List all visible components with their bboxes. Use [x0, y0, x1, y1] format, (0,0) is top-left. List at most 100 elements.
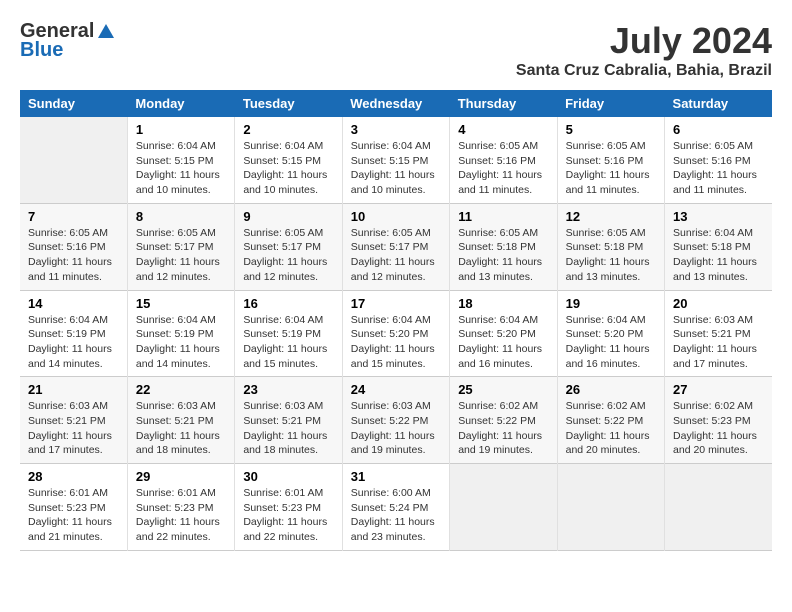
day-number: 5 [566, 122, 656, 137]
day-number: 18 [458, 296, 548, 311]
calendar-day-cell: 16Sunrise: 6:04 AM Sunset: 5:19 PM Dayli… [235, 290, 342, 377]
day-number: 22 [136, 382, 226, 397]
title-section: July 2024 Santa Cruz Cabralia, Bahia, Br… [516, 20, 772, 80]
calendar-day-cell: 17 Sunrise: 6:04 AM Sunset: 5:20 PM Dayli… [342, 290, 449, 377]
calendar-day-cell: 3 Sunrise: 6:04 AM Sunset: 5:15 PM Daylig… [342, 117, 449, 203]
day-info: Sunrise: 6:04 AM Sunset: 5:20 PM Dayligh… [458, 313, 548, 372]
day-info: Sunrise: 6:01 AM Sunset: 5:23 PM Dayligh… [28, 486, 119, 545]
calendar-day-cell: 20Sunrise: 6:03 AM Sunset: 5:21 PM Dayli… [665, 290, 772, 377]
day-number: 21 [28, 382, 119, 397]
header-friday: Friday [557, 90, 664, 117]
header-row: SundayMondayTuesdayWednesdayThursdayFrid… [20, 90, 772, 117]
calendar-week-row: 28Sunrise: 6:01 AM Sunset: 5:23 PM Dayli… [20, 464, 772, 551]
day-number: 27 [673, 382, 764, 397]
day-info: Sunrise: 6:01 AM Sunset: 5:23 PM Dayligh… [243, 486, 333, 545]
day-info: Sunrise: 6:03 AM Sunset: 5:21 PM Dayligh… [243, 399, 333, 458]
calendar-day-cell: 18 Sunrise: 6:04 AM Sunset: 5:20 PM Dayli… [450, 290, 557, 377]
day-info: Sunrise: 6:05 AM Sunset: 5:16 PM Dayligh… [28, 226, 119, 285]
day-info: Sunrise: 6:05 AM Sunset: 5:16 PM Dayligh… [566, 139, 656, 198]
calendar-day-cell: 27 Sunrise: 6:02 AM Sunset: 5:23 PM Dayli… [665, 377, 772, 464]
calendar-day-cell: 28Sunrise: 6:01 AM Sunset: 5:23 PM Dayli… [20, 464, 127, 551]
day-info: Sunrise: 6:04 AM Sunset: 5:15 PM Dayligh… [243, 139, 333, 198]
day-info: Sunrise: 6:02 AM Sunset: 5:23 PM Dayligh… [673, 399, 764, 458]
day-number: 19 [566, 296, 656, 311]
calendar-day-cell [20, 117, 127, 203]
calendar-day-cell: 19 Sunrise: 6:04 AM Sunset: 5:20 PM Dayli… [557, 290, 664, 377]
day-info: Sunrise: 6:04 AM Sunset: 5:20 PM Dayligh… [566, 313, 656, 372]
header-sunday: Sunday [20, 90, 127, 117]
day-number: 13 [673, 209, 764, 224]
day-number: 2 [243, 122, 333, 137]
day-info: Sunrise: 6:05 AM Sunset: 5:16 PM Dayligh… [458, 139, 548, 198]
day-number: 4 [458, 122, 548, 137]
calendar-day-cell: 23Sunrise: 6:03 AM Sunset: 5:21 PM Dayli… [235, 377, 342, 464]
calendar-body: 1Sunrise: 6:04 AM Sunset: 5:15 PM Daylig… [20, 117, 772, 550]
location: Santa Cruz Cabralia, Bahia, Brazil [516, 62, 772, 80]
calendar-day-cell [665, 464, 772, 551]
calendar-day-cell: 15Sunrise: 6:04 AM Sunset: 5:19 PM Dayli… [127, 290, 234, 377]
logo: General Blue [20, 20, 116, 62]
header-saturday: Saturday [665, 90, 772, 117]
day-info: Sunrise: 6:02 AM Sunset: 5:22 PM Dayligh… [458, 399, 548, 458]
day-info: Sunrise: 6:04 AM Sunset: 5:15 PM Dayligh… [351, 139, 441, 198]
calendar-header: SundayMondayTuesdayWednesdayThursdayFrid… [20, 90, 772, 117]
day-number: 16 [243, 296, 333, 311]
day-info: Sunrise: 6:05 AM Sunset: 5:18 PM Dayligh… [458, 226, 548, 285]
day-number: 12 [566, 209, 656, 224]
day-number: 29 [136, 469, 226, 484]
day-number: 3 [351, 122, 441, 137]
day-number: 9 [243, 209, 333, 224]
calendar-day-cell: 13Sunrise: 6:04 AM Sunset: 5:18 PM Dayli… [665, 203, 772, 290]
calendar-day-cell: 7 Sunrise: 6:05 AM Sunset: 5:16 PM Daylig… [20, 203, 127, 290]
calendar-day-cell: 11 Sunrise: 6:05 AM Sunset: 5:18 PM Dayli… [450, 203, 557, 290]
calendar-day-cell: 24Sunrise: 6:03 AM Sunset: 5:22 PM Dayli… [342, 377, 449, 464]
day-info: Sunrise: 6:03 AM Sunset: 5:21 PM Dayligh… [136, 399, 226, 458]
day-number: 25 [458, 382, 548, 397]
day-info: Sunrise: 6:04 AM Sunset: 5:20 PM Dayligh… [351, 313, 441, 372]
day-number: 10 [351, 209, 441, 224]
calendar-day-cell: 30Sunrise: 6:01 AM Sunset: 5:23 PM Dayli… [235, 464, 342, 551]
day-info: Sunrise: 6:04 AM Sunset: 5:19 PM Dayligh… [28, 313, 119, 372]
calendar-day-cell [450, 464, 557, 551]
day-info: Sunrise: 6:03 AM Sunset: 5:21 PM Dayligh… [28, 399, 119, 458]
calendar-week-row: 1Sunrise: 6:04 AM Sunset: 5:15 PM Daylig… [20, 117, 772, 203]
calendar-day-cell: 9Sunrise: 6:05 AM Sunset: 5:17 PM Daylig… [235, 203, 342, 290]
day-info: Sunrise: 6:01 AM Sunset: 5:23 PM Dayligh… [136, 486, 226, 545]
month-year: July 2024 [516, 20, 772, 62]
calendar-day-cell [557, 464, 664, 551]
logo-blue: Blue [20, 39, 63, 62]
day-number: 11 [458, 209, 548, 224]
calendar-day-cell: 6 Sunrise: 6:05 AM Sunset: 5:16 PM Daylig… [665, 117, 772, 203]
calendar-day-cell: 29 Sunrise: 6:01 AM Sunset: 5:23 PM Dayli… [127, 464, 234, 551]
day-number: 17 [351, 296, 441, 311]
day-info: Sunrise: 6:00 AM Sunset: 5:24 PM Dayligh… [351, 486, 441, 545]
day-info: Sunrise: 6:05 AM Sunset: 5:17 PM Dayligh… [351, 226, 441, 285]
day-number: 6 [673, 122, 764, 137]
calendar-day-cell: 26 Sunrise: 6:02 AM Sunset: 5:22 PM Dayli… [557, 377, 664, 464]
calendar-day-cell: 25 Sunrise: 6:02 AM Sunset: 5:22 PM Dayli… [450, 377, 557, 464]
day-info: Sunrise: 6:04 AM Sunset: 5:19 PM Dayligh… [136, 313, 226, 372]
calendar-day-cell: 2 Sunrise: 6:04 AM Sunset: 5:15 PM Daylig… [235, 117, 342, 203]
day-number: 31 [351, 469, 441, 484]
header-tuesday: Tuesday [235, 90, 342, 117]
day-number: 8 [136, 209, 226, 224]
page-header: General Blue July 2024 Santa Cruz Cabral… [20, 20, 772, 80]
calendar-day-cell: 31 Sunrise: 6:00 AM Sunset: 5:24 PM Dayli… [342, 464, 449, 551]
calendar-table: SundayMondayTuesdayWednesdayThursdayFrid… [20, 90, 772, 551]
calendar-day-cell: 22 Sunrise: 6:03 AM Sunset: 5:21 PM Dayli… [127, 377, 234, 464]
calendar-day-cell: 10 Sunrise: 6:05 AM Sunset: 5:17 PM Dayli… [342, 203, 449, 290]
calendar-day-cell: 12Sunrise: 6:05 AM Sunset: 5:18 PM Dayli… [557, 203, 664, 290]
day-info: Sunrise: 6:05 AM Sunset: 5:16 PM Dayligh… [673, 139, 764, 198]
day-number: 7 [28, 209, 119, 224]
day-info: Sunrise: 6:05 AM Sunset: 5:17 PM Dayligh… [136, 226, 226, 285]
calendar-week-row: 21 Sunrise: 6:03 AM Sunset: 5:21 PM Dayli… [20, 377, 772, 464]
logo-icon [96, 22, 116, 42]
calendar-week-row: 7 Sunrise: 6:05 AM Sunset: 5:16 PM Daylig… [20, 203, 772, 290]
calendar-day-cell: 1Sunrise: 6:04 AM Sunset: 5:15 PM Daylig… [127, 117, 234, 203]
day-number: 20 [673, 296, 764, 311]
day-number: 26 [566, 382, 656, 397]
day-number: 14 [28, 296, 119, 311]
header-monday: Monday [127, 90, 234, 117]
day-info: Sunrise: 6:02 AM Sunset: 5:22 PM Dayligh… [566, 399, 656, 458]
calendar-week-row: 14 Sunrise: 6:04 AM Sunset: 5:19 PM Dayli… [20, 290, 772, 377]
